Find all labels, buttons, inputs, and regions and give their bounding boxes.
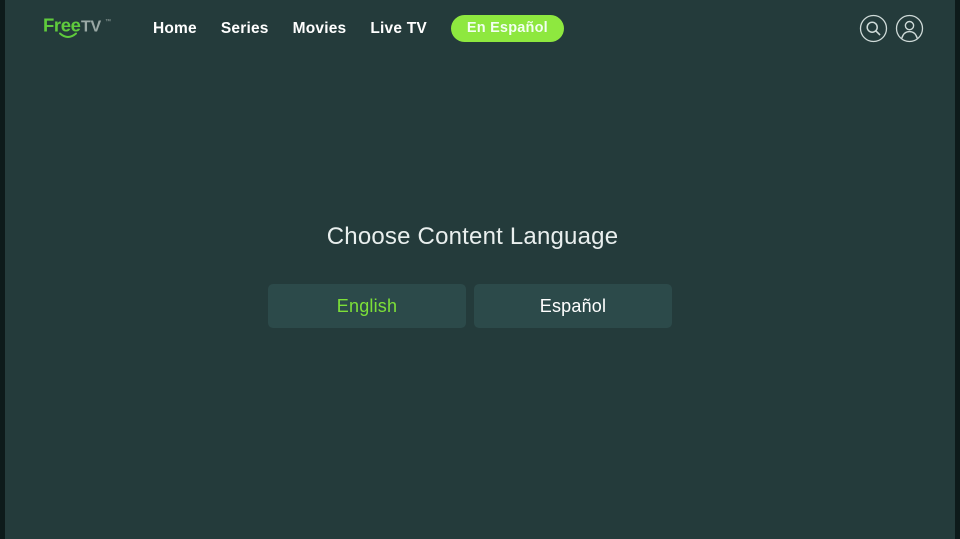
account-button[interactable] xyxy=(895,14,924,43)
nav-item-home[interactable]: Home xyxy=(141,0,209,57)
app-viewport: Free TV ™ Home Series Movies Live TV En … xyxy=(5,0,955,539)
language-button-english[interactable]: English xyxy=(268,284,466,328)
freetv-logo[interactable]: Free TV ™ xyxy=(43,13,115,39)
nav-item-en-espanol[interactable]: En Español xyxy=(450,14,564,43)
nav-item-series[interactable]: Series xyxy=(209,0,281,57)
search-icon xyxy=(859,14,888,43)
main-content: Choose Content Language English Español xyxy=(5,57,955,539)
language-button-espanol[interactable]: Español xyxy=(474,284,672,328)
svg-text:TV: TV xyxy=(81,19,101,36)
svg-text:™: ™ xyxy=(105,18,111,25)
search-button[interactable] xyxy=(859,14,888,43)
page-title: Choose Content Language xyxy=(326,223,619,250)
header-actions xyxy=(859,14,924,43)
user-account-icon xyxy=(895,14,924,43)
nav-item-movies[interactable]: Movies xyxy=(281,0,359,57)
svg-text:Free: Free xyxy=(43,15,81,36)
language-options: English Español xyxy=(5,284,935,328)
primary-nav: Home Series Movies Live TV En Español xyxy=(141,0,564,57)
site-header: Free TV ™ Home Series Movies Live TV En … xyxy=(5,0,955,57)
nav-item-live-tv[interactable]: Live TV xyxy=(358,0,439,57)
